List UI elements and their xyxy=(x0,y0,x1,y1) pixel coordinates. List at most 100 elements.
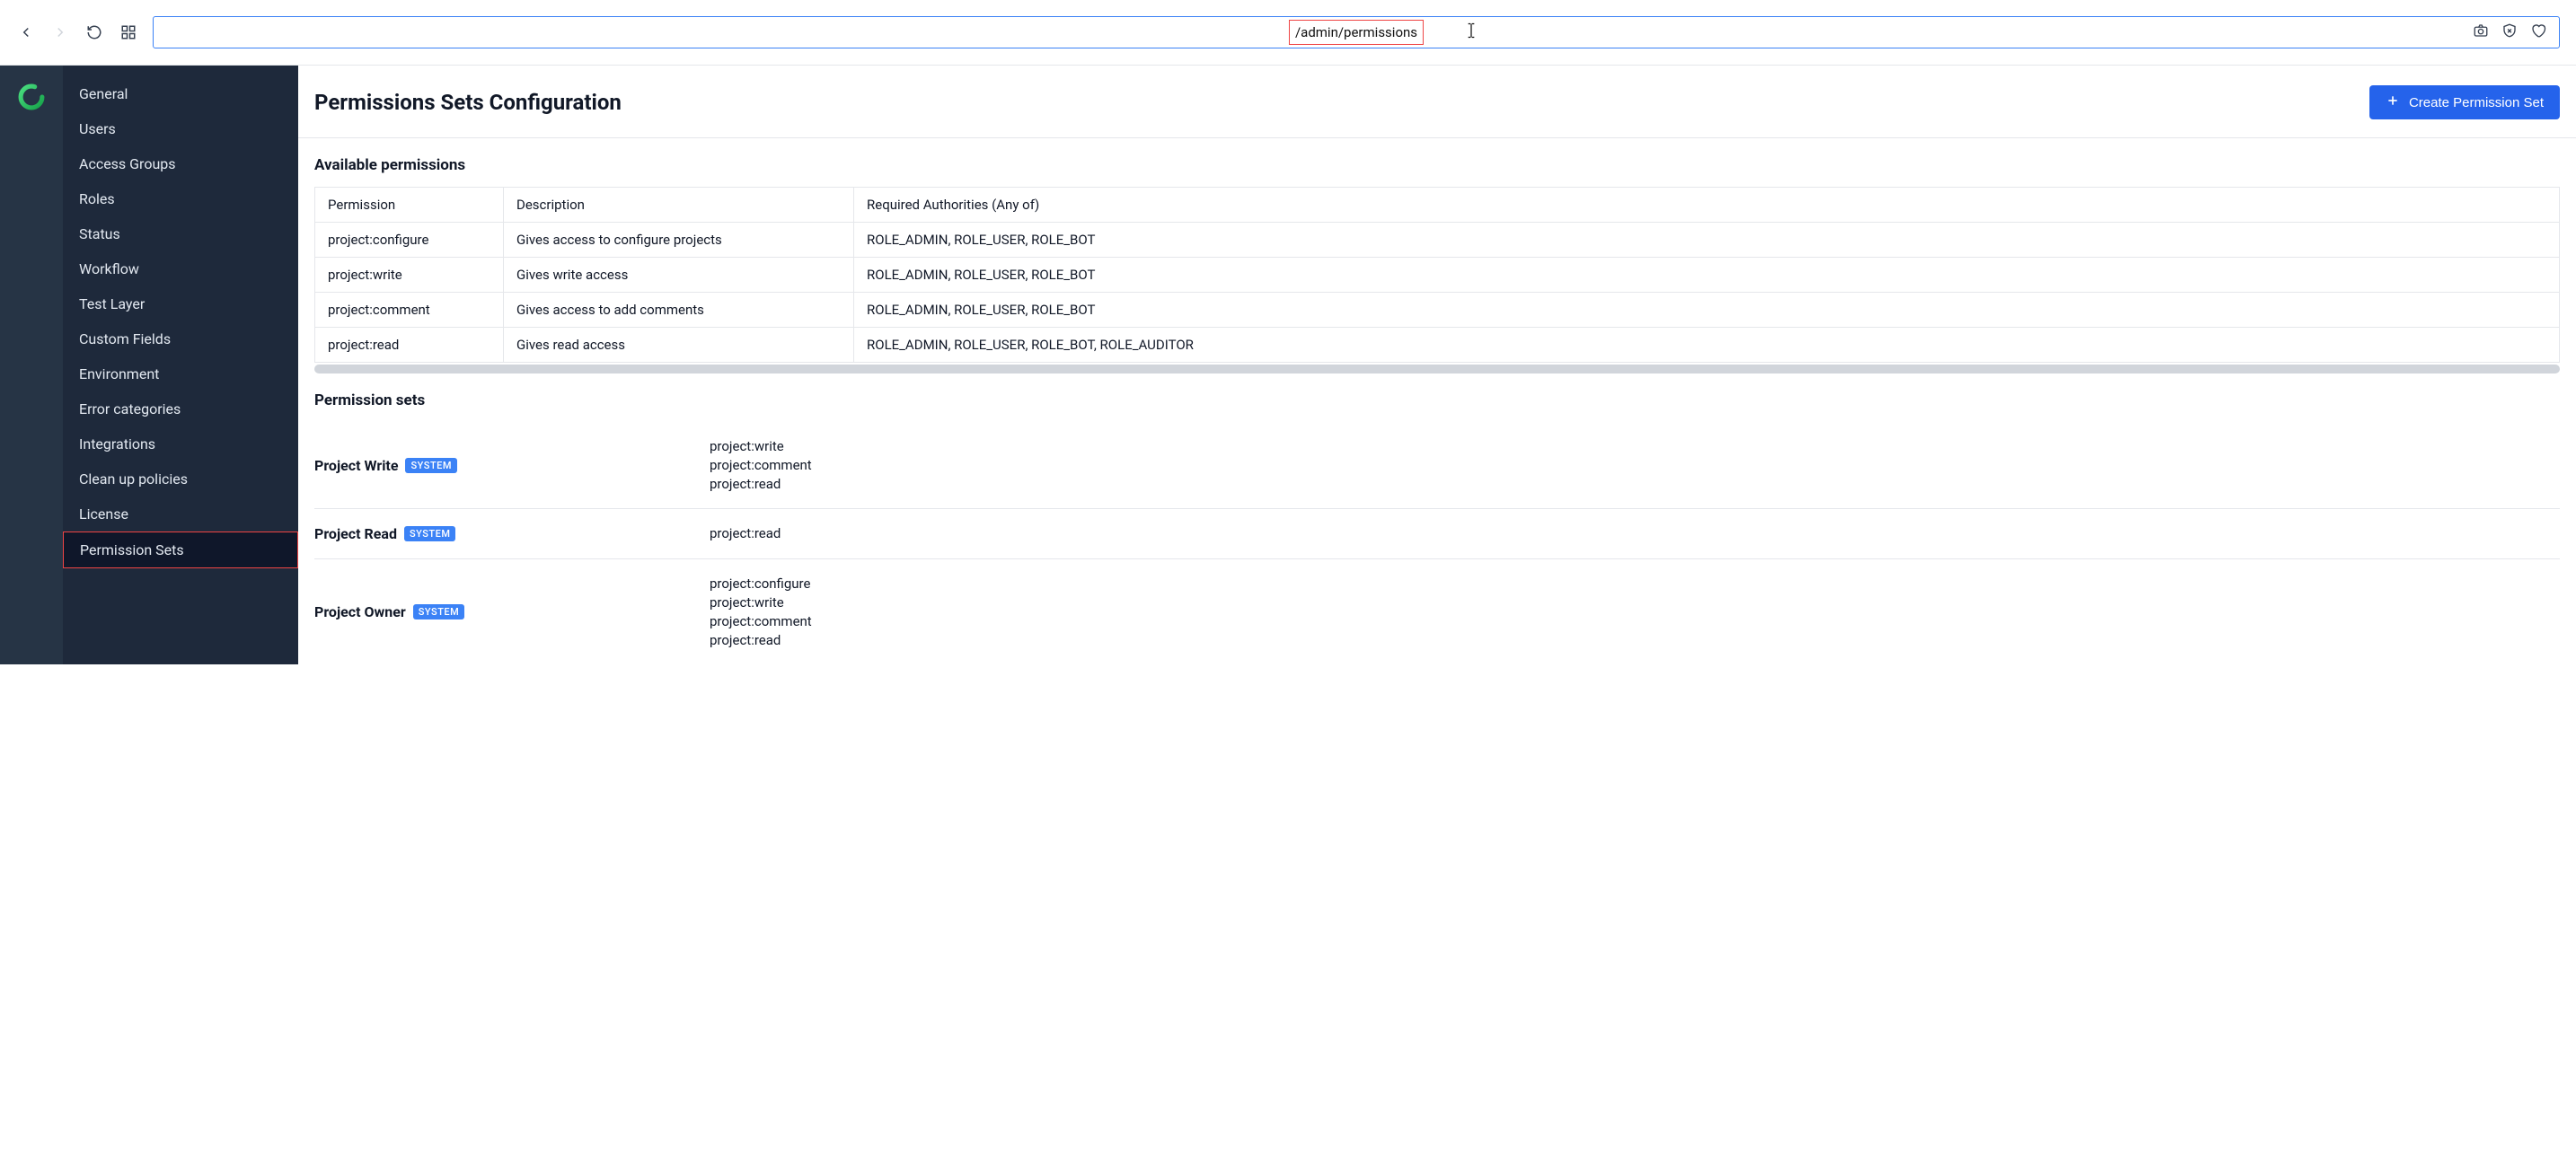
permission-set-row: Project WriteSYSTEMproject:writeproject:… xyxy=(314,422,2560,509)
sidebar-item-label: Access Groups xyxy=(79,155,176,172)
sidebar-item-error-categories[interactable]: Error categories xyxy=(63,391,298,426)
text-cursor-icon xyxy=(1464,22,1478,44)
permission-entry: project:read xyxy=(710,525,781,541)
available-permissions-title: Available permissions xyxy=(314,156,2560,174)
cell-perm: project:write xyxy=(315,258,504,293)
sidebar-item-users[interactable]: Users xyxy=(63,111,298,146)
cell-desc: Gives write access xyxy=(504,258,854,293)
system-badge: SYSTEM xyxy=(405,458,457,473)
cell-desc: Gives access to configure projects xyxy=(504,223,854,258)
sidebar-item-integrations[interactable]: Integrations xyxy=(63,426,298,461)
system-badge: SYSTEM xyxy=(413,604,465,619)
sidebar-item-label: General xyxy=(79,85,128,102)
sidebar-item-clean-up-policies[interactable]: Clean up policies xyxy=(63,461,298,496)
cell-auth: ROLE_ADMIN, ROLE_USER, ROLE_BOT xyxy=(854,293,2560,328)
table-row: project:readGives read accessROLE_ADMIN,… xyxy=(315,328,2560,363)
permission-set-perms: project:write project:comment project:read xyxy=(710,438,812,492)
permission-sets-section: Permission sets xyxy=(298,373,2576,409)
table-row: project:writeGives write accessROLE_ADMI… xyxy=(315,258,2560,293)
forward-icon[interactable] xyxy=(50,22,70,42)
address-bar-right-icons xyxy=(2473,22,2546,42)
available-permissions-table: Permission Description Required Authorit… xyxy=(314,187,2560,363)
permission-sets-title: Permission sets xyxy=(314,391,2560,409)
permission-entry: project:read xyxy=(710,632,812,648)
cell-auth: ROLE_ADMIN, ROLE_USER, ROLE_BOT, ROLE_AU… xyxy=(854,328,2560,363)
permission-set-perms: project:read xyxy=(710,525,781,542)
app-root: General Users Access Groups Roles Status Work… xyxy=(0,65,2576,664)
permission-set-perms: project:configure project:write project:co… xyxy=(710,576,812,648)
app-logo-icon[interactable] xyxy=(16,82,47,112)
permission-set-name: Project Read SYSTEM xyxy=(314,525,710,542)
main-content: Permissions Sets Configuration Create Pe… xyxy=(298,66,2576,664)
heart-icon[interactable] xyxy=(2530,22,2546,42)
table-row: project:commentGives access to add comme… xyxy=(315,293,2560,328)
permission-entry: project:read xyxy=(710,476,812,492)
sidebar-item-license[interactable]: License xyxy=(63,496,298,532)
sidebar-item-environment[interactable]: Environment xyxy=(63,356,298,391)
create-button-label: Create Permission Set xyxy=(2409,95,2544,110)
sidebar-item-roles[interactable]: Roles xyxy=(63,181,298,216)
cell-perm: project:configure xyxy=(315,223,504,258)
permission-entry: project:write xyxy=(710,438,812,454)
sidebar-item-custom-fields[interactable]: Custom Fields xyxy=(63,321,298,356)
apps-grid-icon[interactable] xyxy=(119,22,138,42)
permission-set-row: Project Read SYSTEM project:read xyxy=(314,509,2560,559)
sidebar: General Users Access Groups Roles Status Work… xyxy=(63,66,298,664)
col-permission: Permission xyxy=(315,188,504,223)
sidebar-item-label: Users xyxy=(79,120,116,137)
col-description: Description xyxy=(504,188,854,223)
permission-set-name-text: Project Write xyxy=(314,457,398,474)
horizontal-scrollbar[interactable] xyxy=(314,365,2560,373)
cell-perm: project:read xyxy=(315,328,504,363)
permission-entry: project:comment xyxy=(710,613,812,629)
page-header: Permissions Sets Configuration Create Pe… xyxy=(298,66,2576,138)
cell-desc: Gives access to add comments xyxy=(504,293,854,328)
sidebar-item-label: Roles xyxy=(79,190,115,207)
back-icon[interactable] xyxy=(16,22,36,42)
address-bar[interactable]: /admin/permissions xyxy=(153,16,2560,48)
shield-x-icon[interactable] xyxy=(2501,22,2518,42)
browser-nav-icons xyxy=(16,22,138,42)
sidebar-item-label: Workflow xyxy=(79,260,139,277)
sidebar-item-label: Test Layer xyxy=(79,295,145,312)
sidebar-item-label: Error categories xyxy=(79,400,181,417)
sidebar-item-label: Custom Fields xyxy=(79,330,171,347)
cell-perm: project:comment xyxy=(315,293,504,328)
app-rail xyxy=(0,66,63,664)
sidebar-item-test-layer[interactable]: Test Layer xyxy=(63,286,298,321)
permission-entry: project:comment xyxy=(710,457,812,473)
sidebar-item-status[interactable]: Status xyxy=(63,216,298,251)
sidebar-item-label: Status xyxy=(79,225,120,242)
create-permission-set-button[interactable]: Create Permission Set xyxy=(2369,85,2560,119)
sidebar-item-access-groups[interactable]: Access Groups xyxy=(63,146,298,181)
permission-entry: project:configure xyxy=(710,576,812,592)
system-badge: SYSTEM xyxy=(404,526,456,541)
cell-auth: ROLE_ADMIN, ROLE_USER, ROLE_BOT xyxy=(854,223,2560,258)
permission-set-name: Project Owner SYSTEM xyxy=(314,576,710,648)
cell-desc: Gives read access xyxy=(504,328,854,363)
page-title: Permissions Sets Configuration xyxy=(314,90,622,115)
permission-set-name: Project Write SYSTEM xyxy=(314,438,710,492)
permission-set-name-text: Project Owner xyxy=(314,603,406,620)
sidebar-item-permission-sets[interactable]: Permission Sets xyxy=(63,532,298,568)
sidebar-item-general[interactable]: General xyxy=(63,76,298,111)
permission-sets-list: Project WriteSYSTEMproject:writeproject:… xyxy=(298,422,2576,664)
sidebar-item-workflow[interactable]: Workflow xyxy=(63,251,298,286)
sidebar-item-label: Permission Sets xyxy=(80,541,184,558)
sidebar-item-label: License xyxy=(79,505,128,523)
browser-bar: /admin/permissions xyxy=(0,0,2576,65)
sidebar-item-label: Environment xyxy=(79,365,159,382)
sidebar-item-label: Clean up policies xyxy=(79,470,188,488)
cell-auth: ROLE_ADMIN, ROLE_USER, ROLE_BOT xyxy=(854,258,2560,293)
available-permissions-section: Available permissions Permission Descrip… xyxy=(298,138,2576,373)
permission-set-row: Project OwnerSYSTEMproject:configureproj… xyxy=(314,559,2560,664)
address-url: /admin/permissions xyxy=(1289,20,1424,45)
permission-set-name-text: Project Read xyxy=(314,525,397,542)
col-authorities: Required Authorities (Any of) xyxy=(854,188,2560,223)
permission-entry: project:write xyxy=(710,594,812,611)
plus-icon xyxy=(2386,93,2400,111)
table-row: project:configureGives access to configu… xyxy=(315,223,2560,258)
camera-icon[interactable] xyxy=(2473,22,2489,42)
sidebar-item-label: Integrations xyxy=(79,435,155,452)
reload-icon[interactable] xyxy=(84,22,104,42)
